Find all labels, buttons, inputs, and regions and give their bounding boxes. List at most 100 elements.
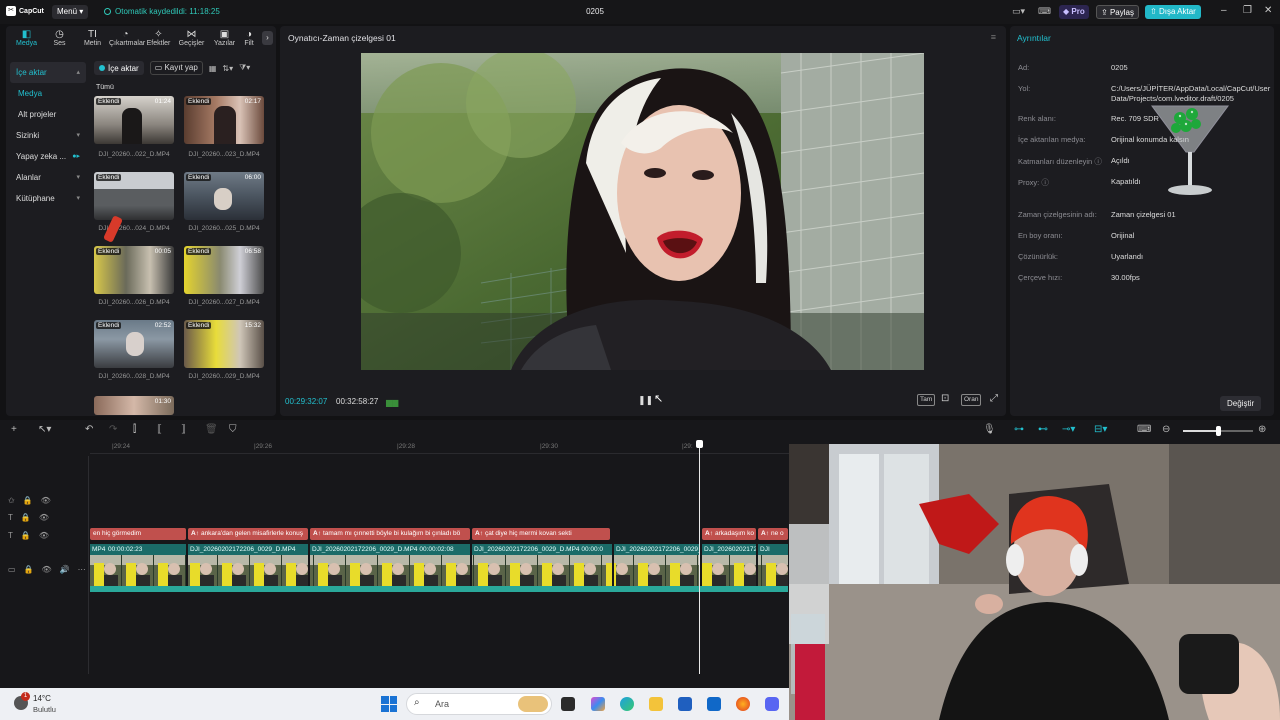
export-button[interactable]: ⇧ Dışa Aktar <box>1145 5 1201 19</box>
eye-icon[interactable]: 👁 <box>39 531 49 540</box>
zoom-out-icon[interactable]: ⊖ <box>1162 424 1170 435</box>
file-explorer-icon[interactable] <box>649 697 663 711</box>
lock-icon[interactable]: 🔒 <box>23 496 33 505</box>
marker-icon[interactable]: ⛉ <box>229 424 237 435</box>
text-clip-icon: A↑ <box>475 530 483 537</box>
minimize-icon[interactable]: – <box>1221 5 1227 16</box>
caption-clip[interactable]: A↑ ne o <box>758 528 788 540</box>
lock-icon[interactable]: 🔒 <box>21 531 31 540</box>
sidebar-item-spaces[interactable]: Alanlar ▾ <box>10 167 86 188</box>
trim-left-icon[interactable]: ⟦ <box>157 424 162 435</box>
timeline-ruler[interactable]: |29:24 |29:26 |29:28 |29:30 |29: <box>90 442 790 454</box>
tool-text[interactable]: TI Metin <box>76 26 109 50</box>
store-icon[interactable] <box>678 697 692 711</box>
delete-icon[interactable]: 🗑 <box>205 424 218 435</box>
toolbar-scroll-right-icon[interactable]: › <box>262 31 273 45</box>
info-icon[interactable]: ⓘ <box>1094 157 1102 166</box>
snapshot-icon[interactable]: ⊡ <box>941 393 949 404</box>
select-tool-icon[interactable]: ↖▾ <box>38 424 51 435</box>
close-icon[interactable]: ✕ <box>1264 5 1272 16</box>
sidebar-item-media[interactable]: Medya <box>10 83 86 104</box>
menu-button[interactable]: Menü ▾ <box>52 5 89 19</box>
media-thumb[interactable]: Eklendi 06:00 <box>184 172 264 220</box>
caption-clip[interactable]: A↑ arkadaşım ko <box>702 528 756 540</box>
share-button[interactable]: ⇪ Paylaş <box>1096 5 1139 19</box>
eye-icon[interactable]: 👁 <box>41 496 51 505</box>
firefox-icon[interactable] <box>736 697 750 711</box>
sidebar-item-library[interactable]: Kütüphane ▾ <box>10 188 86 209</box>
fullscreen-quality-button[interactable]: Tam <box>917 394 936 406</box>
microphone-icon[interactable]: 🎙 <box>983 424 996 435</box>
zoom-in-icon[interactable]: ⊕ <box>1258 424 1266 435</box>
caption-clip[interactable]: A↑ çat diye hiç mermi kovan sekti <box>472 528 610 540</box>
filter-icon[interactable]: ⧩▾ <box>239 63 250 73</box>
video-preview[interactable] <box>361 53 924 370</box>
playhead[interactable] <box>699 440 700 674</box>
sidebar-item-ai[interactable]: Yapay zeka ... ●▸ <box>10 146 86 167</box>
media-thumb[interactable]: Eklendi 02:17 <box>184 96 264 144</box>
outlook-icon[interactable] <box>707 697 721 711</box>
caption-clip[interactable]: A↑ ankara'dan gelen misafirlerle konuş <box>188 528 308 540</box>
pro-button[interactable]: ◆ Pro <box>1059 5 1089 19</box>
tool-stickers[interactable]: ◔ Çıkartmalar <box>109 26 145 50</box>
expand-icon[interactable]: ⤢ <box>990 393 998 404</box>
tool-filters[interactable]: ◑ Filt <box>241 26 257 50</box>
media-thumb[interactable]: Eklendi 15:32 <box>184 320 264 368</box>
zoom-slider-handle[interactable] <box>1216 426 1221 436</box>
more-icon[interactable]: ⋯ <box>78 565 86 574</box>
hamburger-menu-icon[interactable]: ≡ <box>991 32 996 42</box>
maximize-icon[interactable]: ❐ <box>1243 5 1252 16</box>
record-button[interactable]: ▭ Kayıt yap <box>149 61 203 75</box>
discord-icon[interactable] <box>765 697 779 711</box>
split-icon[interactable]: ⫿ <box>133 424 136 435</box>
ratio-button[interactable]: Oran <box>961 394 982 406</box>
tool-captions[interactable]: ▣ Yazılar <box>208 26 241 50</box>
media-thumb[interactable]: 01:30 <box>94 396 174 415</box>
sort-icon[interactable]: ⇅▾ <box>222 64 233 73</box>
lock-icon[interactable]: 🔒 <box>21 513 31 522</box>
tool-transitions[interactable]: ⋈ Geçişler <box>175 26 208 50</box>
lock-icon[interactable]: 🔒 <box>24 565 34 574</box>
undo-icon[interactable]: ↶ <box>85 424 93 435</box>
eye-icon[interactable]: 👁 <box>39 513 49 522</box>
tool-media[interactable]: ◧ Medya <box>10 26 43 50</box>
edge-icon[interactable] <box>620 697 634 711</box>
media-thumb[interactable]: Eklendi 02:52 <box>94 320 174 368</box>
info-icon[interactable]: ⓘ <box>1041 178 1049 187</box>
shortcuts-icon[interactable]: ⌨ <box>1038 6 1051 17</box>
media-thumb[interactable]: Eklendi 06:58 <box>184 246 264 294</box>
tool-effects[interactable]: ✧ Efektler <box>142 26 175 50</box>
playhead-handle[interactable] <box>696 440 703 448</box>
caption-clip[interactable]: en hiç görmedim <box>90 528 186 540</box>
layout-icon[interactable]: ▭▾ <box>1012 6 1025 17</box>
trim-right-icon[interactable]: ⟧ <box>181 424 186 435</box>
media-thumb[interactable]: Eklendi 00:05 <box>94 246 174 294</box>
redo-icon[interactable]: ↷ <box>109 424 117 435</box>
pause-icon[interactable]: ❚❚ <box>638 395 653 406</box>
media-thumb[interactable]: Eklendi <box>94 172 174 220</box>
preview-axis-icon[interactable]: ⊸▾ <box>1062 424 1075 435</box>
tool-audio[interactable]: ◷ Ses <box>43 26 76 50</box>
grid-view-icon[interactable]: ▦ <box>209 64 217 73</box>
add-track-icon[interactable]: + <box>11 424 17 435</box>
task-view-icon[interactable] <box>561 697 575 711</box>
copilot-icon[interactable] <box>591 697 605 711</box>
caption-clip[interactable]: A↑ tamam mı çınnetti böyle bi kulağım bi … <box>310 528 470 540</box>
change-button[interactable]: Değiştir <box>1220 396 1262 411</box>
import-button[interactable]: İçe aktar <box>94 61 144 75</box>
link-icon[interactable]: ⊷ <box>1038 424 1048 435</box>
media-sidebar: İçe aktar ▴ Medya Alt projeler Sizinki ▾ Y… <box>10 62 86 209</box>
windows-start-icon[interactable] <box>381 696 397 712</box>
media-thumb[interactable]: Eklendi 01:24 <box>94 96 174 144</box>
sidebar-item-yours[interactable]: Sizinki ▾ <box>10 125 86 146</box>
snap-icon[interactable]: ⊟▾ <box>1094 424 1107 435</box>
magnet-icon[interactable]: ⊶ <box>1014 424 1024 435</box>
eye-icon[interactable]: 👁 <box>42 565 52 574</box>
sidebar-item-import[interactable]: İçe aktar ▴ <box>10 62 86 83</box>
weather-condition[interactable]: Bulutlu <box>33 705 56 714</box>
added-badge: Eklendi <box>186 174 212 181</box>
caption-toggle-icon[interactable]: ⌨ <box>1137 424 1151 435</box>
sidebar-item-subprojects[interactable]: Alt projeler <box>10 104 86 125</box>
speaker-icon[interactable]: 🔊 <box>60 565 70 574</box>
weather-temperature[interactable]: 14°C <box>33 694 51 703</box>
